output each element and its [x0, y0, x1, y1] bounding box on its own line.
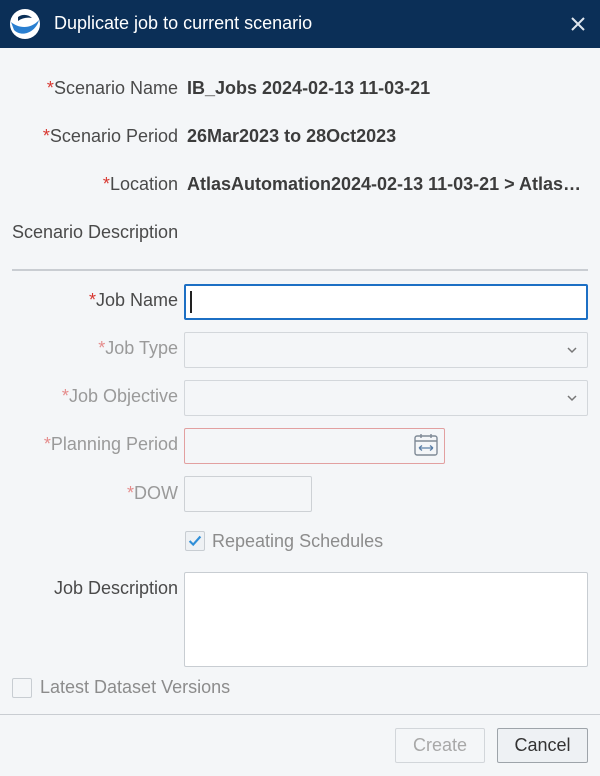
location-label: *Location — [102, 174, 178, 194]
dialog-titlebar: Duplicate job to current scenario — [0, 0, 600, 48]
job-description-label: Job Description — [53, 578, 178, 598]
dialog-title: Duplicate job to current scenario — [54, 13, 313, 33]
dow-label: *DOW — [126, 483, 178, 503]
job-name-input[interactable] — [184, 284, 588, 320]
scenario-description-label: Scenario Description — [12, 222, 179, 242]
job-name-label: *Job Name — [88, 290, 178, 310]
repeating-schedules-label: Repeating Schedules — [212, 531, 384, 551]
footer-divider — [0, 714, 600, 715]
job-objective-label: *Job Objective — [61, 386, 178, 406]
text-caret — [190, 291, 192, 313]
repeating-schedules-checkbox[interactable] — [185, 531, 205, 551]
scenario-period-label: *Scenario Period — [42, 126, 178, 146]
app-logo-icon — [10, 9, 40, 39]
latest-dataset-checkbox[interactable] — [12, 678, 32, 698]
scenario-name-label: *Scenario Name — [46, 78, 178, 98]
job-type-label: *Job Type — [98, 338, 178, 358]
divider — [12, 269, 588, 271]
checkmark-icon — [188, 535, 202, 547]
calendar-range-icon[interactable] — [414, 433, 438, 457]
scenario-period-value: 26Mar2023 to 28Oct2023 — [187, 126, 397, 146]
create-button[interactable]: Create — [395, 728, 485, 763]
job-objective-select[interactable] — [184, 380, 588, 416]
latest-dataset-label: Latest Dataset Versions — [40, 677, 231, 697]
dow-input[interactable] — [184, 476, 312, 512]
chevron-down-icon — [567, 395, 577, 402]
planning-period-label: *Planning Period — [43, 434, 178, 454]
cancel-button[interactable]: Cancel — [497, 728, 588, 763]
job-description-textarea[interactable] — [184, 572, 588, 667]
close-icon[interactable] — [568, 14, 588, 34]
location-value: AtlasAutomation2024-02-13 11-03-21 > Atl… — [187, 174, 585, 194]
job-type-select[interactable] — [184, 332, 588, 368]
chevron-down-icon — [567, 347, 577, 354]
planning-period-input[interactable] — [184, 428, 445, 464]
scenario-name-value: IB_Jobs 2024-02-13 11-03-21 — [187, 78, 431, 98]
